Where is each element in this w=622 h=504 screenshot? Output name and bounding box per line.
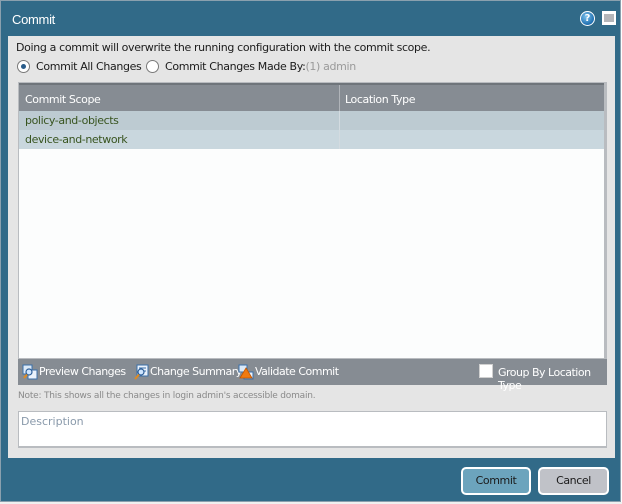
cell-divider <box>339 111 340 130</box>
commit-dialog: Commit ? Doing a commit will overwrite t… <box>0 0 621 502</box>
intro-text: Doing a commit will overwrite the runnin… <box>16 41 431 54</box>
cell-divider <box>339 130 340 149</box>
note-text: Note: This shows all the changes in logi… <box>18 391 316 401</box>
dialog-title: Commit <box>12 12 55 27</box>
group-by-location-type-label[interactable]: Group By Location Type <box>498 366 607 392</box>
commit-button[interactable]: Commit <box>461 467 531 495</box>
change-summary-icon <box>134 364 149 380</box>
radio-commit-changes-made-by[interactable] <box>146 60 159 73</box>
dialog-titlebar[interactable]: Commit ? <box>1 1 620 37</box>
maximize-icon[interactable] <box>602 11 616 25</box>
commit-changes-made-by-text: Commit Changes Made By: <box>165 60 306 73</box>
commit-scope-grid: Commit Scope Location Type policy-and-ob… <box>18 82 607 359</box>
radio-commit-all-changes-label[interactable]: Commit All Changes <box>36 60 142 73</box>
dialog-body: Doing a commit will overwrite the runnin… <box>8 36 615 458</box>
validate-commit-label: Validate Commit <box>255 365 339 378</box>
cell-commit-scope: policy-and-objects <box>25 114 119 127</box>
column-header-location-type[interactable]: Location Type <box>345 93 415 106</box>
group-by-location-type-checkbox[interactable] <box>479 364 493 378</box>
preview-changes-label: Preview Changes <box>39 365 126 378</box>
table-row[interactable]: device-and-network <box>19 130 604 149</box>
validate-commit-icon <box>238 364 254 380</box>
column-header-commit-scope[interactable]: Commit Scope <box>25 93 101 106</box>
cell-commit-scope: device-and-network <box>25 133 128 146</box>
table-row[interactable]: policy-and-objects <box>19 111 604 130</box>
grid-header: Commit Scope Location Type <box>19 83 604 111</box>
radio-commit-all-changes[interactable] <box>17 60 30 73</box>
help-icon[interactable]: ? <box>580 11 595 26</box>
cancel-button[interactable]: Cancel <box>538 467 609 495</box>
preview-changes-icon <box>22 364 38 380</box>
radio-commit-changes-made-by-label[interactable]: Commit Changes Made By:(1) admin <box>165 60 356 73</box>
change-summary-label: Change Summary <box>150 365 242 378</box>
grid-toolbar: Preview Changes Change Summary Validate … <box>18 359 607 392</box>
column-divider[interactable] <box>339 85 340 111</box>
description-field[interactable] <box>18 411 607 448</box>
admin-count-text[interactable]: (1) admin <box>305 60 356 73</box>
